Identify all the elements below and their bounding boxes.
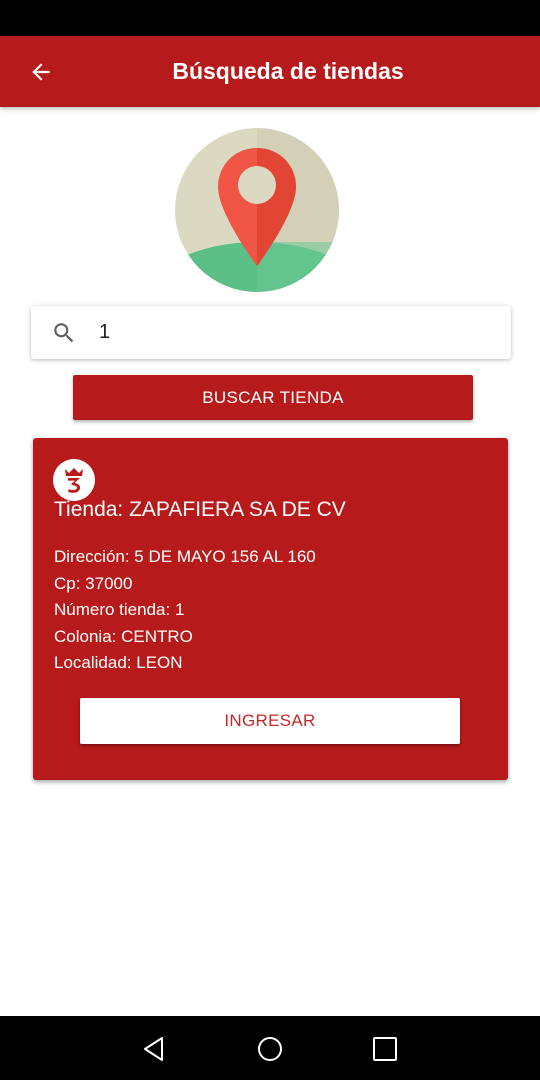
status-bar [0, 0, 540, 36]
circle-home-icon[interactable] [256, 1035, 284, 1063]
store-colonia: Colonia: CENTRO [54, 626, 193, 646]
store-postal-code: Cp: 37000 [54, 573, 133, 593]
store-number: Número tienda: 1 [54, 600, 185, 619]
square-recents-icon[interactable] [371, 1035, 399, 1063]
search-icon [54, 323, 74, 343]
page-title: Búsqueda de tiendas [172, 58, 404, 84]
store-name: Tienda: ZAPAFIERA SA DE CV [54, 498, 346, 521]
store-address: Dirección: 5 DE MAYO 156 AL 160 [54, 547, 316, 566]
enter-store-button[interactable]: INGRESAR [80, 698, 460, 744]
store-card: Tienda: ZAPAFIERA SA DE CV Dirección: 5 … [33, 438, 508, 780]
triangle-back-icon[interactable] [140, 1035, 168, 1063]
store-details: Dirección: 5 DE MAYO 156 AL 160 Cp: 3700… [54, 544, 316, 677]
search-box [31, 306, 511, 359]
app-bar: Búsqueda de tiendas [0, 36, 540, 107]
search-input[interactable] [97, 306, 497, 359]
store-locality: Localidad: LEON [54, 653, 183, 672]
search-store-button[interactable]: BUSCAR TIENDA [73, 375, 473, 420]
store-brand-logo [53, 459, 95, 501]
location-pin-icon [175, 128, 339, 292]
screen: Búsqueda de tiendas BUSCAR TIENDA Tien [0, 0, 540, 1080]
system-nav-bar [0, 1016, 540, 1080]
